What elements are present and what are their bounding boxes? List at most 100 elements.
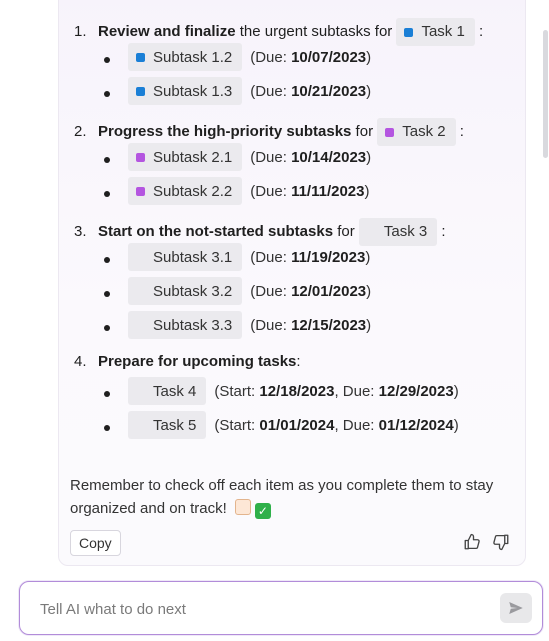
step-number: 4. <box>74 353 87 370</box>
task-color-square <box>404 27 414 37</box>
task-chip-label: Task 1 <box>421 23 465 40</box>
task-chip-4[interactable]: Task 4 <box>128 377 207 405</box>
due-date: 10/21/2023 <box>291 82 367 100</box>
step-text: for <box>333 222 359 240</box>
subtask-color-square <box>136 321 145 330</box>
due-prefix: , Due: <box>334 382 379 400</box>
thumbs-up-icon[interactable] <box>463 533 481 551</box>
due-prefix: (Due: <box>250 82 292 100</box>
list-item: Subtask 3.3 (Due: 12/15/2023) <box>104 311 371 339</box>
subtask-chip-1-3[interactable]: Subtask 1.3 <box>128 77 243 105</box>
step-bold: Review and finalize <box>98 22 236 40</box>
step-4-heading: 4. Prepare for upcoming tasks: <box>74 352 301 372</box>
step-2-heading: 2. Progress the high-priority subtasks fo… <box>74 118 464 146</box>
memo-icon <box>234 499 251 515</box>
list-item: Subtask 1.3 (Due: 10/21/2023) <box>104 77 371 105</box>
chat-input[interactable] <box>38 597 482 621</box>
subtask-chip-3-1[interactable]: Subtask 3.1 <box>128 243 243 271</box>
due-suffix: ) <box>366 82 372 100</box>
send-button[interactable] <box>500 593 532 623</box>
start-prefix: (Start: <box>214 382 260 400</box>
subtask-color-square <box>136 52 145 62</box>
due-text: (Due: 12/15/2023) <box>250 317 371 334</box>
due-prefix: (Due: <box>250 182 292 200</box>
task-chip-label: Task 3 <box>383 223 428 240</box>
subtask-label: Subtask 2.2 <box>153 182 233 200</box>
list-item: Subtask 1.2 (Due: 10/07/2023) <box>104 43 371 71</box>
task-chip-1[interactable]: Task 1 <box>396 18 475 46</box>
subtask-color-square <box>136 152 145 162</box>
due-prefix: (Due: <box>250 148 292 166</box>
task-chip-label: Task 2 <box>402 123 446 140</box>
due-suffix: ) <box>366 282 372 300</box>
due-date: 12/15/2023 <box>291 316 367 334</box>
subtask-color-square <box>136 287 145 296</box>
due-text: (Due: 11/11/2023) <box>250 183 369 200</box>
task-chip-2[interactable]: Task 2 <box>377 118 456 146</box>
step-1-heading: 1. Review and finalize the urgent subtask… <box>74 18 483 46</box>
subtask-label: Subtask 1.3 <box>153 82 233 100</box>
bullet-dot <box>104 57 110 63</box>
start-date: 01/01/2024 <box>259 416 335 434</box>
start-date: 12/18/2023 <box>259 382 335 400</box>
due-text: (Due: 12/01/2023) <box>250 283 371 300</box>
subtask-chip-3-2[interactable]: Subtask 3.2 <box>128 277 243 305</box>
due-suffix: ) <box>366 48 372 66</box>
due-suffix: ) <box>364 182 370 200</box>
subtask-label: Subtask 2.1 <box>153 148 233 166</box>
step-after: : <box>474 22 484 40</box>
subtask-color-square <box>136 253 145 262</box>
step-text: the urgent subtasks for <box>235 22 397 40</box>
list-item: Subtask 2.1 (Due: 10/14/2023) <box>104 143 371 171</box>
subtask-label: Subtask 3.3 <box>153 316 233 334</box>
due-date: 12/01/2023 <box>291 282 367 300</box>
due-suffix: ) <box>366 148 372 166</box>
copy-button[interactable]: Copy <box>70 530 121 556</box>
due-text: (Due: 10/14/2023) <box>250 149 371 166</box>
reminder-sentence: Remember to check off each item as you c… <box>70 477 494 517</box>
due-prefix: (Due: <box>250 48 292 66</box>
due-suffix: ) <box>366 316 372 334</box>
step-number: 2. <box>74 122 87 140</box>
due-prefix: , Due: <box>334 416 379 434</box>
task-label: Task 5 <box>153 416 197 434</box>
step-number: 3. <box>74 222 87 240</box>
subtask-chip-1-2[interactable]: Subtask 1.2 <box>128 43 243 71</box>
due-date: 12/29/2023 <box>378 382 454 400</box>
bullet-dot <box>104 325 110 331</box>
subtask-chip-3-3[interactable]: Subtask 3.3 <box>128 311 243 339</box>
step-text: for <box>351 122 378 140</box>
bullet-dot <box>104 291 110 297</box>
bullet-dot <box>104 191 110 197</box>
task-color-square <box>136 421 145 430</box>
subtask-chip-2-2[interactable]: Subtask 2.2 <box>128 177 243 205</box>
due-prefix: (Due: <box>250 316 292 334</box>
send-icon <box>509 602 523 614</box>
bullet-dot <box>104 91 110 97</box>
due-suffix: ) <box>365 248 371 266</box>
step-after: : <box>455 122 464 140</box>
task-color-square <box>367 228 376 237</box>
due-prefix: (Due: <box>250 248 292 266</box>
task-chip-3[interactable]: Task 3 <box>358 218 438 246</box>
list-item: Task 4 (Start: 12/18/2023, Due: 12/29/20… <box>104 377 459 405</box>
list-item: Task 5 (Start: 01/01/2024, Due: 01/12/20… <box>104 411 459 439</box>
step-bold: Progress the high-priority subtasks <box>98 122 352 140</box>
schedule-text: (Start: 01/01/2024, Due: 01/12/2024) <box>214 417 458 434</box>
reminder-text: Remember to check off each item as you c… <box>70 474 520 520</box>
start-prefix: (Start: <box>214 416 260 434</box>
subtask-chip-2-1[interactable]: Subtask 2.1 <box>128 143 243 171</box>
step-3-heading: 3. Start on the not-started subtasks for … <box>74 218 446 246</box>
subtask-label: Subtask 3.2 <box>153 282 233 300</box>
step-number: 1. <box>74 22 87 40</box>
list-item: Subtask 2.2 (Due: 11/11/2023) <box>104 177 370 205</box>
step-after: : <box>437 222 446 240</box>
task-chip-5[interactable]: Task 5 <box>128 411 207 439</box>
task-color-square <box>385 127 395 137</box>
due-date: 11/11/2023 <box>291 182 365 200</box>
scrollbar[interactable] <box>543 30 548 158</box>
task-label: Task 4 <box>153 382 197 400</box>
subtask-color-square <box>136 86 145 96</box>
thumbs-down-icon[interactable] <box>492 533 510 551</box>
task-color-square <box>136 387 145 396</box>
